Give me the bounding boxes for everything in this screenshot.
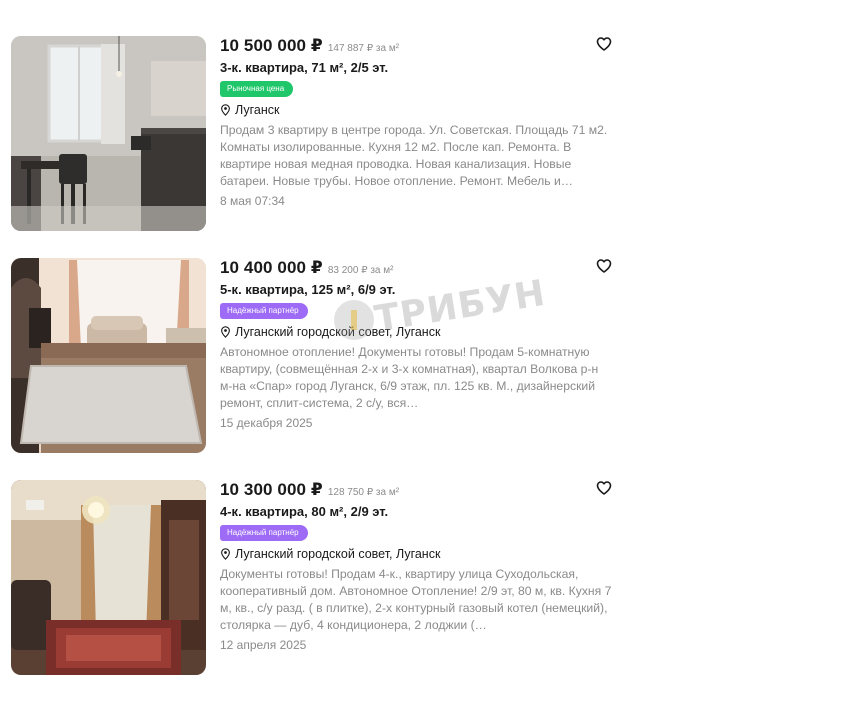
listing-info: 10 500 000 ₽ 147 887 ₽ за м² 3-к. кварти… <box>220 36 615 208</box>
price: 10 400 000 ₽ <box>220 258 323 277</box>
listing-photo-kitchen[interactable] <box>11 36 206 231</box>
listing-date: 8 мая 07:34 <box>220 194 285 208</box>
location-text: Луганск <box>235 103 280 117</box>
heart-outline-icon[interactable] <box>596 258 612 274</box>
price: 10 500 000 ₽ <box>220 36 323 55</box>
listing-title[interactable]: 4-к. квартира, 80 м², 2/9 эт. <box>220 502 615 522</box>
reliable-partner-badge: Надёжный партнёр <box>220 525 308 541</box>
listing-title[interactable]: 5-к. квартира, 125 м², 6/9 эт. <box>220 280 615 300</box>
price-per-m2: 147 887 ₽ за м² <box>327 43 400 54</box>
listing-card[interactable]: 10 500 000 ₽ 147 887 ₽ за м² 3-к. кварти… <box>11 36 621 232</box>
description: Документы готовы! Продам 4-к., квартиру … <box>220 567 612 632</box>
location-text: Луганский городской совет, Луганск <box>235 547 441 561</box>
map-pin-icon <box>221 548 230 560</box>
listing-info: 10 300 000 ₽ 128 750 ₽ за м² 4-к. кварти… <box>220 480 615 652</box>
listing-info: 10 400 000 ₽ 83 200 ₽ за м² 5-к. квартир… <box>220 258 615 430</box>
heart-outline-icon[interactable] <box>596 480 612 496</box>
listing-photo-chandelier-room[interactable] <box>11 480 206 675</box>
location-text: Луганский городской совет, Луганск <box>235 325 441 339</box>
listing-card[interactable]: 10 400 000 ₽ 83 200 ₽ за м² 5-к. квартир… <box>11 258 621 454</box>
market-price-badge: Рыночная цена <box>220 81 294 97</box>
heart-outline-icon[interactable] <box>596 36 612 52</box>
location: Луганск <box>220 101 615 119</box>
listing-photo-living-room[interactable] <box>11 258 206 453</box>
listing-card[interactable]: 10 300 000 ₽ 128 750 ₽ за м² 4-к. кварти… <box>11 480 621 676</box>
listing-date: 12 апреля 2025 <box>220 638 307 652</box>
location: Луганский городской совет, Луганск <box>220 323 615 341</box>
map-pin-icon <box>221 326 230 338</box>
price-per-m2: 83 200 ₽ за м² <box>327 265 394 276</box>
price-per-m2: 128 750 ₽ за м² <box>327 487 400 498</box>
location: Луганский городской совет, Луганск <box>220 545 615 563</box>
reliable-partner-badge: Надёжный партнёр <box>220 303 308 319</box>
listing-title[interactable]: 3-к. квартира, 71 м², 2/5 эт. <box>220 58 615 78</box>
price: 10 300 000 ₽ <box>220 480 323 499</box>
description: Автономное отопление! Документы готовы! … <box>220 345 599 410</box>
map-pin-icon <box>221 104 230 116</box>
description: Продам 3 квартиру в центре города. Ул. С… <box>220 123 608 188</box>
listing-date: 15 декабря 2025 <box>220 416 313 430</box>
